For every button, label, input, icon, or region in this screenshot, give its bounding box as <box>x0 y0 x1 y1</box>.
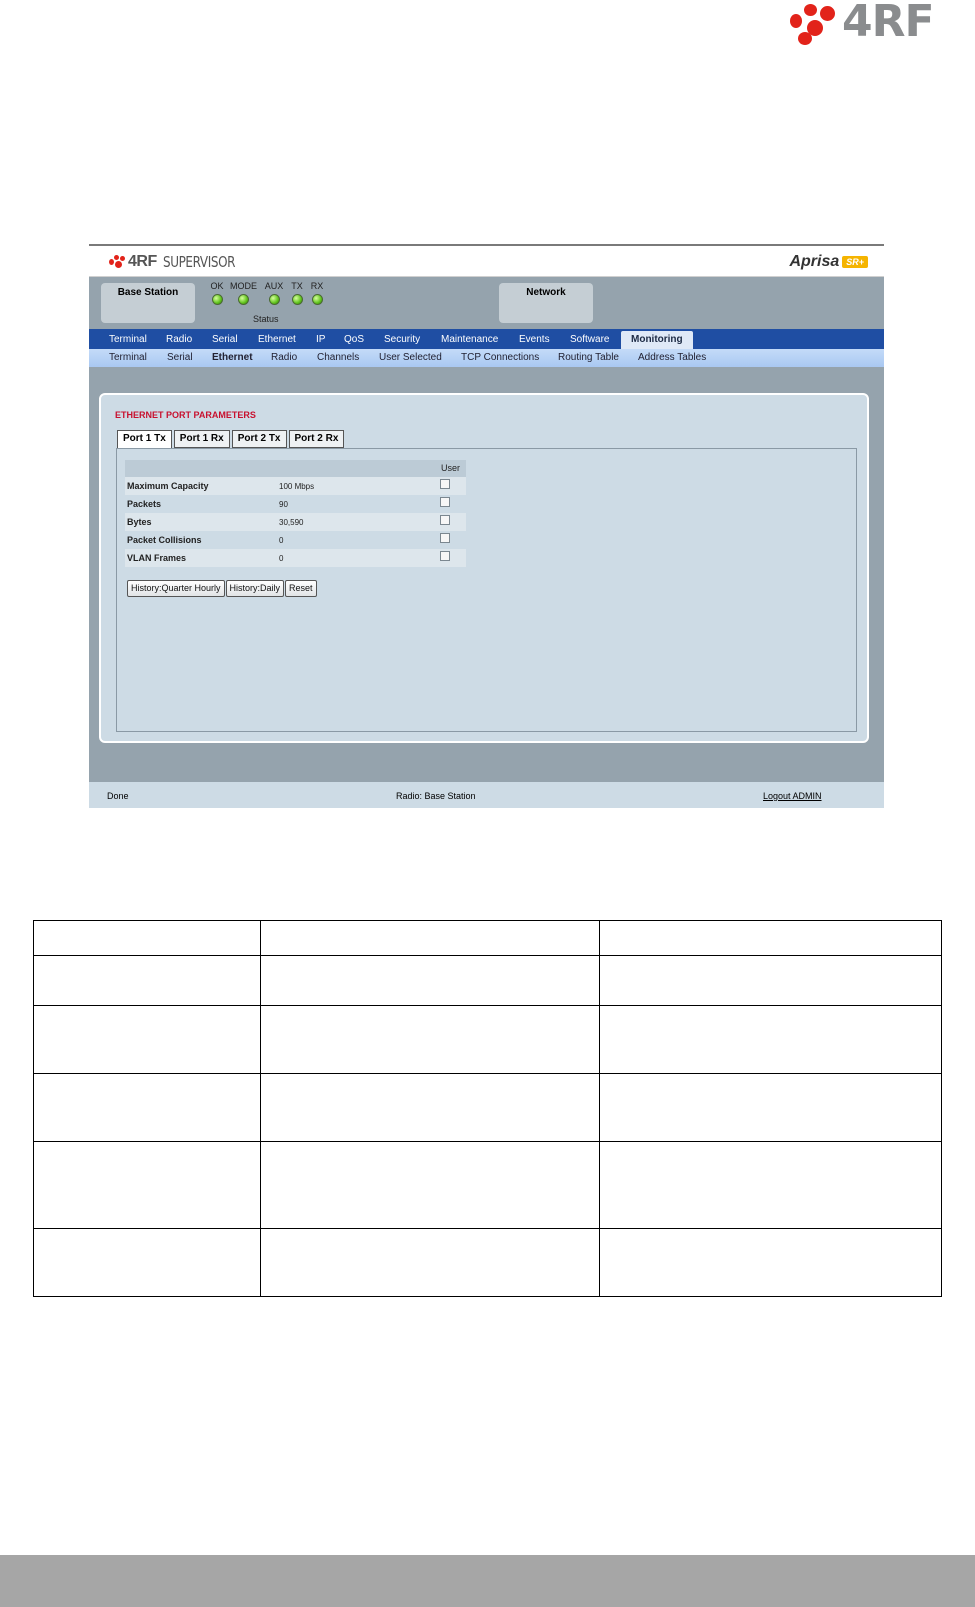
page-footer-band <box>0 1555 975 1607</box>
aprisa-logo: Aprisa SR+ <box>789 253 868 271</box>
submenu-routing-table[interactable]: Routing Table <box>558 349 619 367</box>
menu-qos[interactable]: QoS <box>344 329 364 349</box>
menu-events[interactable]: Events <box>519 329 550 349</box>
table-row <box>33 1141 942 1229</box>
led-mode: MODE <box>230 281 257 305</box>
table-row: Bytes 30,590 <box>125 513 466 531</box>
led-aux: AUX <box>264 281 284 305</box>
logout-link[interactable]: Logout ADMIN <box>763 791 822 801</box>
4rf-mini-icon <box>109 255 125 269</box>
table-row <box>33 920 942 956</box>
tab-port-1-rx[interactable]: Port 1 Rx <box>173 430 230 448</box>
status-caption: Status <box>253 314 279 324</box>
ethernet-port-panel: ETHERNET PORT PARAMETERS Port 1 Tx Port … <box>99 393 869 743</box>
tab-port-2-tx[interactable]: Port 2 Tx <box>231 430 287 448</box>
table-row: VLAN Frames 0 <box>125 549 466 567</box>
user-checkbox[interactable] <box>440 497 450 507</box>
user-checkbox[interactable] <box>440 551 450 561</box>
port-tabs: Port 1 Tx Port 1 Rx Port 2 Tx Port 2 Rx <box>117 430 346 449</box>
user-checkbox[interactable] <box>440 533 450 543</box>
submenu-tcp-connections[interactable]: TCP Connections <box>461 349 539 367</box>
submenu-ethernet[interactable]: Ethernet <box>212 349 253 367</box>
status-bar: Done Radio: Base Station Logout ADMIN <box>89 782 884 808</box>
menu-security[interactable]: Security <box>384 329 420 349</box>
supervisor-window: 4RF SUPERVISOR Aprisa SR+ Base Station O… <box>89 244 884 808</box>
reset-button[interactable]: Reset <box>285 580 317 597</box>
led-rx-icon <box>311 294 323 305</box>
button-row: History:Quarter Hourly History:Daily Res… <box>127 580 318 597</box>
table-row: Packets 90 <box>125 495 466 513</box>
table-row <box>33 1073 942 1142</box>
tab-port-1-tx[interactable]: Port 1 Tx <box>117 430 172 449</box>
led-aux-icon <box>268 294 280 305</box>
main-menu: Terminal Radio Serial Ethernet IP QoS Se… <box>89 329 884 349</box>
tab-body: User Maximum Capacity 100 Mbps Packets 9… <box>116 448 857 732</box>
led-ok: OK <box>210 281 224 305</box>
menu-ip[interactable]: IP <box>316 329 325 349</box>
menu-monitoring[interactable]: Monitoring <box>621 331 693 349</box>
led-tx-icon <box>291 294 303 305</box>
status-done: Done <box>107 791 129 801</box>
panel-title: ETHERNET PORT PARAMETERS <box>115 410 256 420</box>
status-radio: Radio: Base Station <box>396 791 476 801</box>
logo-mark-icon <box>790 2 840 46</box>
submenu-address-tables[interactable]: Address Tables <box>638 349 706 367</box>
4rf-logo: 4RF <box>790 0 970 48</box>
menu-terminal[interactable]: Terminal <box>109 329 147 349</box>
logo-text: 4RF <box>842 0 935 47</box>
supervisor-header: 4RF SUPERVISOR Aprisa SR+ <box>89 246 884 277</box>
table-row <box>33 1005 942 1074</box>
content-area: ETHERNET PORT PARAMETERS Port 1 Tx Port … <box>89 367 884 767</box>
menu-maintenance[interactable]: Maintenance <box>441 329 498 349</box>
tab-port-2-rx[interactable]: Port 2 Rx <box>288 430 345 448</box>
menu-radio[interactable]: Radio <box>166 329 192 349</box>
parameter-table: User Maximum Capacity 100 Mbps Packets 9… <box>125 460 466 567</box>
user-column-header: User <box>441 463 461 473</box>
menu-ethernet[interactable]: Ethernet <box>258 329 296 349</box>
supervisor-logo: 4RF SUPERVISOR <box>109 253 253 271</box>
menu-serial[interactable]: Serial <box>212 329 238 349</box>
user-checkbox[interactable] <box>440 479 450 489</box>
menu-software[interactable]: Software <box>570 329 609 349</box>
status-leds: OK MODE AUX TX RX <box>210 281 350 325</box>
sub-menu: Terminal Serial Ethernet Radio Channels … <box>89 349 884 367</box>
network-button[interactable]: Network <box>499 283 593 323</box>
table-row: Maximum Capacity 100 Mbps <box>125 477 466 495</box>
table-row <box>33 955 942 1006</box>
led-ok-icon <box>211 294 223 305</box>
history-daily-button[interactable]: History:Daily <box>225 580 285 597</box>
led-tx: TX <box>290 281 304 305</box>
history-quarter-hourly-button[interactable]: History:Quarter Hourly <box>127 580 225 597</box>
user-checkbox[interactable] <box>440 515 450 525</box>
submenu-terminal[interactable]: Terminal <box>109 349 147 367</box>
submenu-radio[interactable]: Radio <box>271 349 297 367</box>
led-mode-icon <box>237 294 249 305</box>
led-rx: RX <box>310 281 324 305</box>
submenu-channels[interactable]: Channels <box>317 349 359 367</box>
document-table <box>33 920 942 1297</box>
submenu-serial[interactable]: Serial <box>167 349 193 367</box>
table-header: User <box>125 460 466 477</box>
status-area: Base Station OK MODE AUX TX RX Status Ne… <box>89 277 884 329</box>
submenu-user-selected[interactable]: User Selected <box>379 349 442 367</box>
table-row <box>33 1228 942 1297</box>
base-station-button[interactable]: Base Station <box>101 283 195 323</box>
table-row: Packet Collisions 0 <box>125 531 466 549</box>
